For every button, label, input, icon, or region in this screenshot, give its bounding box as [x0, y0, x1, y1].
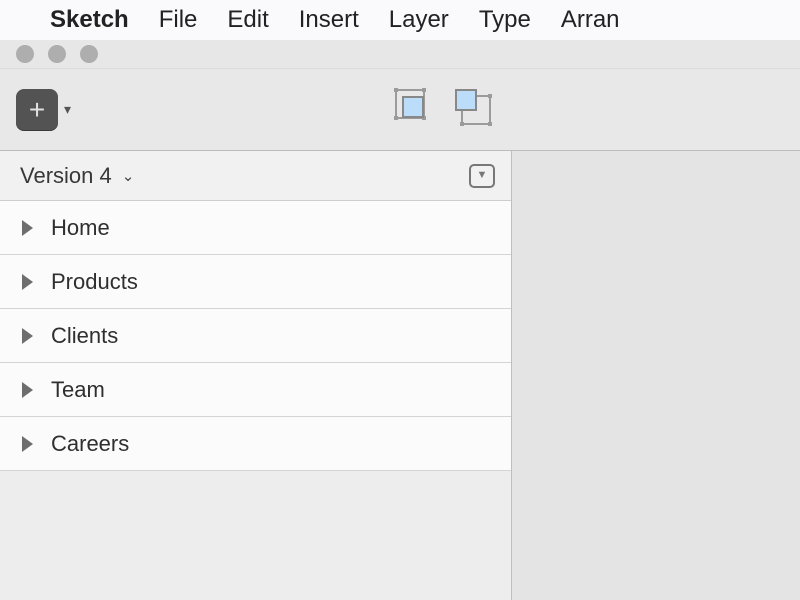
page-item-label: Clients	[51, 323, 118, 349]
page-item-team[interactable]: Team	[0, 363, 511, 417]
page-item-label: Team	[51, 377, 105, 403]
disclosure-triangle-icon[interactable]	[22, 436, 33, 452]
page-item-clients[interactable]: Clients	[0, 309, 511, 363]
toolbar-group-tools	[395, 89, 495, 129]
app-toolbar: + ▾	[0, 69, 800, 151]
create-symbol-icon[interactable]	[395, 89, 435, 129]
disclosure-triangle-icon[interactable]	[22, 220, 33, 236]
window-titlebar	[0, 40, 800, 69]
page-item-home[interactable]: Home	[0, 201, 511, 255]
window-zoom-button[interactable]	[80, 45, 98, 63]
insert-dropdown-caret[interactable]: ▾	[64, 101, 71, 118]
menu-layer[interactable]: Layer	[389, 6, 449, 34]
document-version-dropdown[interactable]: Version 4 ⌄	[20, 163, 134, 189]
system-menubar: Sketch File Edit Insert Layer Type Arran	[0, 0, 800, 40]
canvas-area[interactable]	[512, 151, 800, 600]
menu-insert[interactable]: Insert	[299, 6, 359, 34]
pages-panel-header: Version 4 ⌄ ▼	[0, 151, 511, 201]
window-minimize-button[interactable]	[48, 45, 66, 63]
page-item-label: Home	[51, 215, 110, 241]
disclosure-triangle-icon[interactable]	[22, 382, 33, 398]
insert-button[interactable]: +	[16, 89, 58, 131]
menu-type[interactable]: Type	[479, 6, 531, 34]
detach-symbol-icon[interactable]	[455, 89, 495, 129]
page-item-products[interactable]: Products	[0, 255, 511, 309]
panel-menu-button[interactable]: ▼	[469, 164, 495, 188]
pages-panel-empty-area	[0, 471, 511, 600]
page-item-label: Products	[51, 269, 138, 295]
pages-panel: Version 4 ⌄ ▼ Home Products Clients Team…	[0, 151, 512, 600]
menu-arrange[interactable]: Arran	[561, 6, 620, 34]
page-item-careers[interactable]: Careers	[0, 417, 511, 471]
window-close-button[interactable]	[16, 45, 34, 63]
disclosure-triangle-icon[interactable]	[22, 328, 33, 344]
caret-down-icon: ▼	[477, 170, 488, 181]
disclosure-triangle-icon[interactable]	[22, 274, 33, 290]
page-item-label: Careers	[51, 431, 129, 457]
chevron-down-icon: ⌄	[122, 167, 135, 185]
app-menu[interactable]: Sketch	[50, 6, 129, 34]
menu-file[interactable]: File	[159, 6, 198, 34]
plus-icon: +	[29, 94, 45, 126]
menu-edit[interactable]: Edit	[227, 6, 268, 34]
document-version-label: Version 4	[20, 163, 112, 189]
